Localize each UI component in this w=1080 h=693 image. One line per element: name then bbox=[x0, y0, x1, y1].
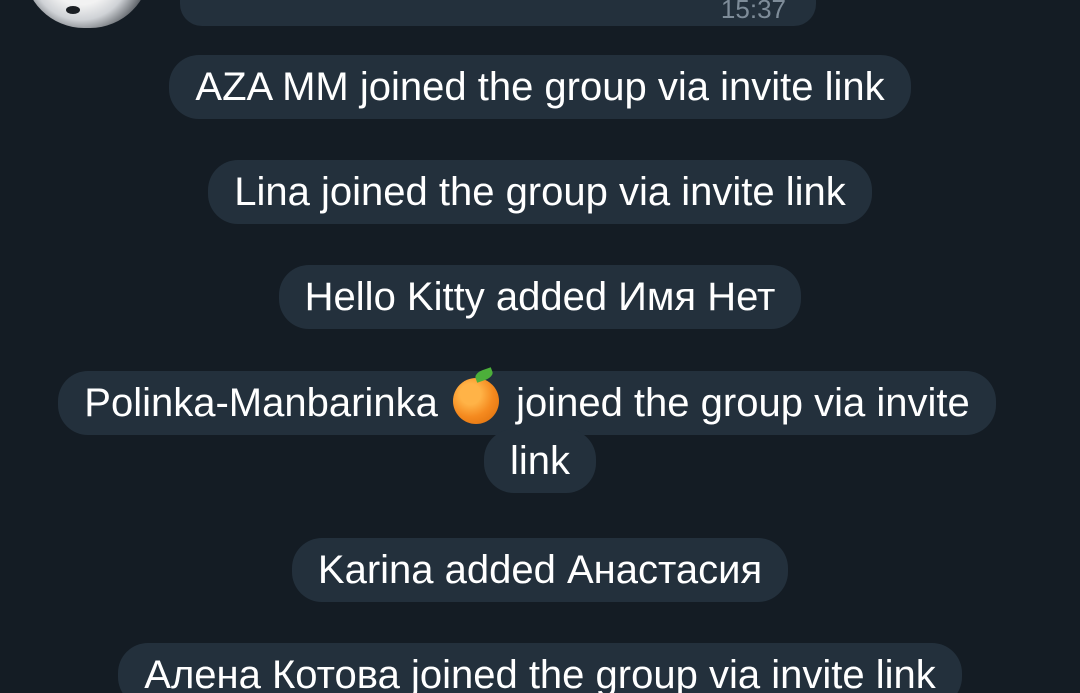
service-message: Hello Kitty added Имя Нет bbox=[0, 265, 1080, 329]
chat-screen: 15:37 AZA MM joined the group via invite… bbox=[0, 0, 1080, 693]
service-message-text: Алена Котова joined the group via invite… bbox=[118, 643, 962, 693]
service-message-text: Polinka-Manbarinka joined the group via … bbox=[58, 371, 996, 493]
service-message-text: Karina added Анастасия bbox=[291, 538, 789, 602]
service-message: AZA MM joined the group via invite link bbox=[0, 55, 1080, 119]
avatar-detail bbox=[66, 6, 80, 14]
previous-message-bubble[interactable]: 15:37 bbox=[180, 0, 816, 26]
sender-avatar[interactable] bbox=[24, 0, 150, 28]
service-message-rest: joined the group via invite link bbox=[509, 381, 970, 483]
service-message-text: AZA MM joined the group via invite link bbox=[169, 55, 911, 119]
service-message: Алена Котова joined the group via invite… bbox=[0, 643, 1080, 693]
service-message-text: Lina joined the group via invite link bbox=[208, 160, 872, 224]
service-message-text: Hello Kitty added Имя Нет bbox=[278, 265, 802, 329]
service-message-name: Polinka-Manbarinka bbox=[84, 381, 438, 425]
service-message: Karina added Анастасия bbox=[0, 538, 1080, 602]
orange-emoji-icon bbox=[452, 378, 499, 424]
message-timestamp: 15:37 bbox=[720, 0, 786, 24]
service-message: Lina joined the group via invite link bbox=[0, 160, 1080, 224]
service-message: Polinka-Manbarinka joined the group via … bbox=[0, 371, 1080, 493]
